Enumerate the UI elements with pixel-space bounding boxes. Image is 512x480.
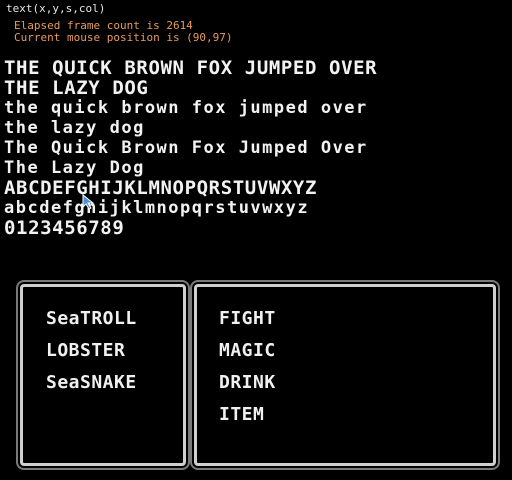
sample-titlecase-line-1: The Quick Brown Fox Jumped Over [4, 138, 368, 158]
sample-uppercase-line-1: THE QUICK BROWN FOX JUMPED OVER [4, 57, 378, 79]
command-fight[interactable]: FIGHT [219, 309, 276, 329]
command-magic[interactable]: MAGIC [219, 341, 276, 361]
sample-lowercase-line-2: the lazy dog [4, 118, 145, 138]
sample-lowercase-line-1: the quick brown fox jumped over [4, 98, 368, 118]
command-menu-panel: FIGHT MAGIC DRINK ITEM [194, 284, 496, 466]
enemy-seasnake[interactable]: SeaSNAKE [46, 373, 137, 393]
mouse-position-text: Current mouse position is (90,97) [14, 31, 233, 44]
sample-titlecase-line-2: The Lazy Dog [4, 158, 145, 178]
hud-title: text(x,y,s,col) [6, 2, 106, 15]
command-item[interactable]: ITEM [219, 405, 264, 425]
mouse-cursor-icon [82, 194, 95, 210]
sample-uppercase-line-2: THE LAZY DOG [4, 77, 149, 99]
sample-alphabet-upper: ABCDEFGHIJKLMNOPQRSTUVWXYZ [4, 177, 318, 199]
enemy-list-panel: SeaTROLL LOBSTER SeaSNAKE [20, 284, 186, 466]
sample-digits: 0123456789 [4, 217, 125, 239]
command-drink[interactable]: DRINK [219, 373, 276, 393]
enemy-lobster[interactable]: LOBSTER [46, 341, 125, 361]
enemy-seatroll[interactable]: SeaTROLL [46, 309, 137, 329]
sample-alphabet-lower: abcdefghijklmnopqrstuvwxyz [4, 198, 310, 218]
